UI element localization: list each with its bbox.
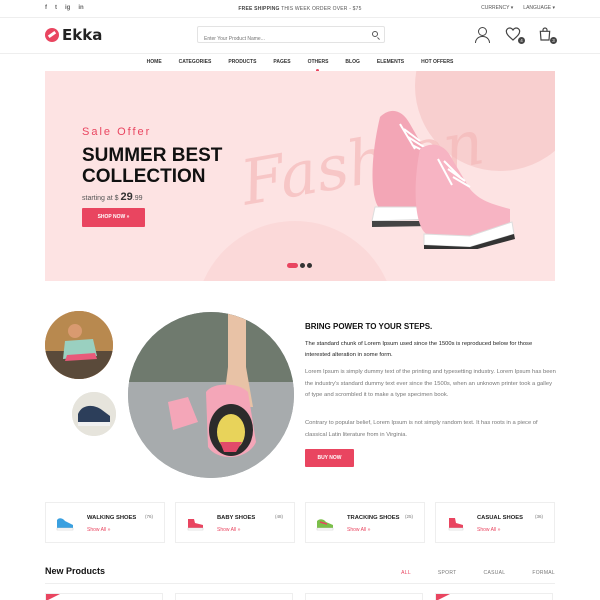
- show-all-label: Show All: [477, 527, 497, 533]
- divider: [45, 583, 555, 584]
- product-card[interactable]: [435, 593, 553, 600]
- show-all-link[interactable]: Show All »: [477, 527, 500, 533]
- show-all-label: Show All: [347, 527, 367, 533]
- tying-shoe-image: [45, 311, 113, 379]
- show-all-link[interactable]: Show All »: [347, 527, 370, 533]
- shop-now-button[interactable]: SHOP NOW »: [82, 208, 145, 227]
- logo[interactable]: Ekka: [45, 26, 102, 44]
- about-title: BRING POWER TO YOUR STEPS.: [305, 322, 433, 331]
- product-card[interactable]: [305, 593, 423, 600]
- category-count: (25): [404, 514, 413, 519]
- language-label: LANGUAGE: [523, 5, 552, 11]
- hero-sale-label: Sale Offer: [82, 126, 152, 138]
- category-card-tracking[interactable]: TRACKING SHOES (25) Show All »: [305, 502, 425, 543]
- shoe-icon: [448, 518, 464, 531]
- currency-label: CURRENCY: [481, 5, 510, 11]
- sneaker-thumb-image: [72, 392, 116, 436]
- nav-blog[interactable]: BLOG: [345, 55, 359, 71]
- logo-icon: [45, 28, 59, 42]
- shoe-icon: [316, 519, 334, 531]
- tab-casual[interactable]: CASUAL: [484, 570, 506, 576]
- search-bar: [197, 26, 385, 47]
- nav-products[interactable]: PRODUCTS: [228, 55, 256, 71]
- sale-tag: [436, 594, 450, 600]
- cart-badge: 3: [550, 37, 557, 44]
- slider-dots: [287, 263, 312, 268]
- sneakers-image: [371, 110, 515, 249]
- currency-dropdown[interactable]: CURRENCY ▾: [481, 5, 513, 11]
- shoe-icon: [56, 518, 74, 531]
- user-icon[interactable]: [473, 26, 491, 44]
- nav-others[interactable]: OTHERS: [308, 55, 328, 72]
- tab-sport[interactable]: SPORT: [438, 570, 457, 576]
- shop-now-label: SHOP NOW: [97, 214, 126, 220]
- hero-banner: Fashion Sale Offer SUMMER BEST COLLECTIO…: [45, 71, 555, 281]
- about-paragraph: The standard chunk of Lorem Ipsum used s…: [305, 341, 533, 358]
- category-name: CASUAL SHOES: [477, 515, 523, 521]
- hero-price-prefix: starting at $: [82, 195, 119, 202]
- category-card-casual[interactable]: CASUAL SHOES (36) Show All »: [435, 502, 555, 543]
- running-shoe-image: [128, 312, 294, 478]
- hero-price: starting at $ 29.99: [82, 191, 143, 203]
- category-name: BABY SHOES: [217, 515, 256, 521]
- buy-now-button[interactable]: BUY NOW: [305, 449, 354, 467]
- nav-home[interactable]: HOME: [147, 55, 162, 71]
- category-count: (48): [274, 514, 283, 519]
- main-nav: HOME CATEGORIES PRODUCTS PAGES OTHERS BL…: [0, 55, 600, 72]
- wishlist-badge: 4: [518, 37, 525, 44]
- search-input[interactable]: [198, 31, 363, 47]
- slider-dot[interactable]: [287, 263, 298, 268]
- search-icon[interactable]: [372, 31, 378, 37]
- about-paragraph: Contrary to popular belief, Lorem Ipsum …: [305, 420, 538, 438]
- show-all-link[interactable]: Show All »: [217, 527, 240, 533]
- nav-elements[interactable]: ELEMENTS: [377, 55, 404, 71]
- hero-price-int: 29: [120, 191, 133, 203]
- shoe-icon: [187, 519, 204, 531]
- nav-categories[interactable]: CATEGORIES: [179, 55, 212, 71]
- promo-rest: THIS WEEK ORDER OVER - $75: [281, 6, 362, 12]
- nav-hot-offers[interactable]: HOT OFFERS: [421, 55, 453, 71]
- hero-title: SUMMER BEST COLLECTION: [82, 145, 223, 187]
- category-card-walking[interactable]: WALKING SHOES (76) Show All »: [45, 502, 165, 543]
- show-all-link[interactable]: Show All »: [87, 527, 110, 533]
- category-count: (36): [534, 514, 543, 519]
- new-products-title: New Products: [45, 566, 106, 576]
- sale-tag: [46, 594, 60, 600]
- slider-dot[interactable]: [307, 263, 312, 268]
- category-count: (76): [144, 514, 153, 519]
- about-paragraph: Lorem Ipsum is simply dummy text of the …: [305, 369, 556, 398]
- language-dropdown[interactable]: LANGUAGE ▾: [523, 5, 555, 11]
- category-name: WALKING SHOES: [87, 515, 137, 521]
- slider-dot[interactable]: [300, 263, 305, 268]
- cart-icon[interactable]: 3: [537, 26, 557, 44]
- show-all-label: Show All: [87, 527, 107, 533]
- product-card[interactable]: [45, 593, 163, 600]
- wishlist-icon[interactable]: 4: [505, 26, 525, 44]
- product-tabs: ALL SPORT CASUAL FORMAL: [401, 570, 555, 576]
- header: Ekka 4 3: [0, 18, 600, 54]
- category-name: TRACKING SHOES: [347, 515, 400, 521]
- top-bar: f t ig in FREE SHIPPING THIS WEEK ORDER …: [0, 0, 600, 18]
- product-card[interactable]: [175, 593, 293, 600]
- category-card-baby[interactable]: BABY SHOES (48) Show All »: [175, 502, 295, 543]
- nav-pages[interactable]: PAGES: [273, 55, 290, 71]
- tab-formal[interactable]: FORMAL: [532, 570, 555, 576]
- tab-all[interactable]: ALL: [401, 570, 411, 576]
- show-all-label: Show All: [217, 527, 237, 533]
- promo-bold: FREE SHIPPING: [238, 6, 280, 12]
- logo-text: Ekka: [62, 26, 103, 44]
- hero-price-dec: .99: [132, 195, 143, 202]
